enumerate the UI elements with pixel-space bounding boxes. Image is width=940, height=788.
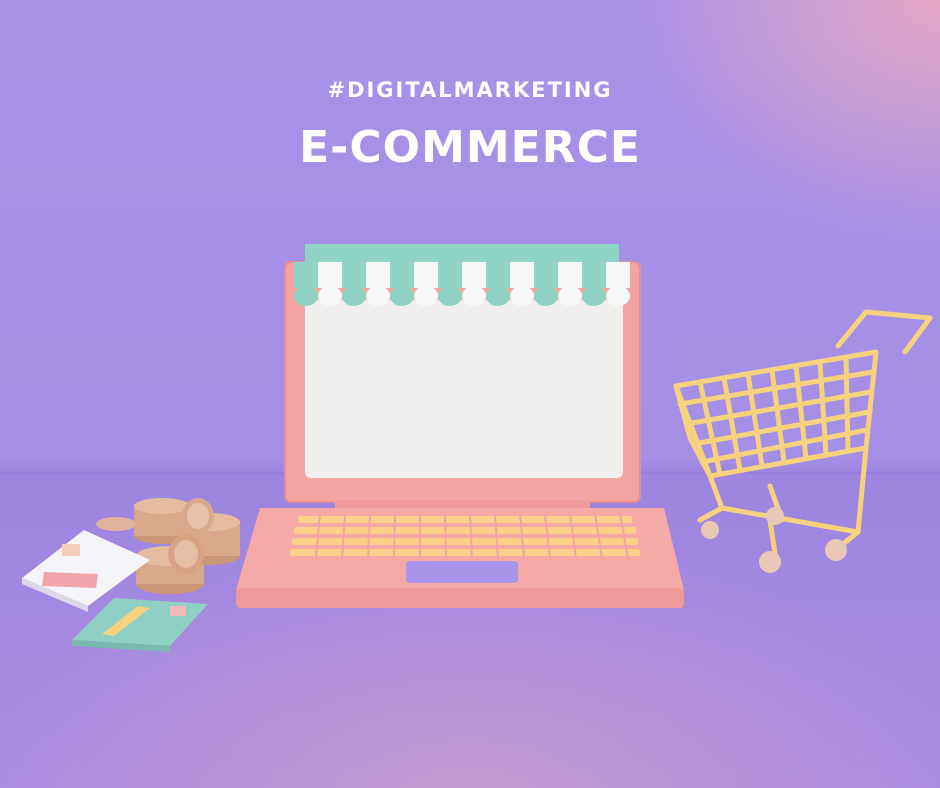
touchpad [406,561,518,583]
laptop-icon [236,261,684,608]
ecommerce-illustration [22,244,933,652]
ecommerce-banner: #DIGITALMARKETING E-COMMERCE [0,0,940,788]
